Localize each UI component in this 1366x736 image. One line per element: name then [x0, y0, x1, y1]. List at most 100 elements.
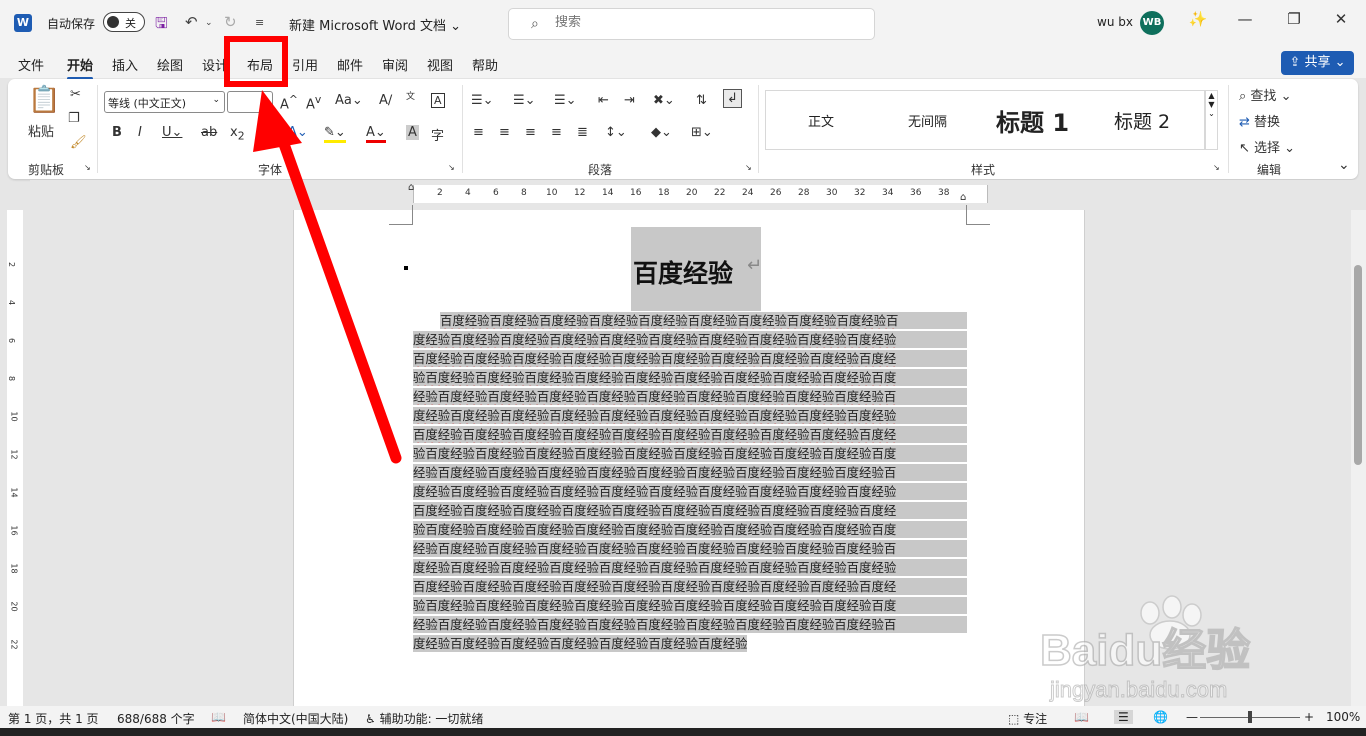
maximize-icon[interactable]: ❐ — [1279, 10, 1309, 28]
shrink-font-icon[interactable]: Av — [306, 93, 321, 112]
styles-launcher-icon[interactable]: ↘ — [1213, 163, 1220, 172]
zoom-in-icon[interactable]: + — [1304, 710, 1314, 724]
body-text-line[interactable]: 验百度经验百度经验百度经验百度经验百度经验百度经验百度经验百度经验百度经验百度 — [413, 445, 967, 462]
align-left-icon[interactable]: ≡ — [473, 125, 484, 140]
paste-label[interactable]: 粘贴 — [28, 121, 54, 140]
tab-home[interactable]: 开始 — [67, 55, 94, 80]
body-text-line[interactable]: 度经验百度经验百度经验百度经验百度经验百度经验百度经验百度经验百度经验百度经验 — [413, 483, 967, 500]
char-shading-icon[interactable]: A — [406, 125, 419, 140]
document-heading[interactable]: 百度经验 — [631, 227, 761, 311]
paste-icon[interactable]: 📋 — [28, 85, 60, 115]
accessibility-status[interactable]: ♿ 辅助功能: 一切就绪 — [365, 710, 483, 727]
body-text-line[interactable]: 百度经验百度经验百度经验百度经验百度经验百度经验百度经验百度经验百度经验百 — [440, 312, 967, 329]
body-text-line[interactable]: 百度经验百度经验百度经验百度经验百度经验百度经验百度经验百度经验百度经验百度经 — [413, 578, 967, 595]
phonetic-guide-icon[interactable]: 文 — [406, 89, 415, 102]
select-button[interactable]: ↖ 选择 ⌄ — [1239, 137, 1295, 156]
decrease-indent-icon[interactable]: ⇤ — [598, 93, 609, 108]
enclose-char-icon[interactable]: 字 — [431, 125, 444, 144]
tab-insert[interactable]: 插入 — [112, 55, 138, 74]
minimize-icon[interactable]: — — [1230, 10, 1260, 28]
subscript-icon[interactable]: x2 — [230, 125, 245, 143]
tab-file[interactable]: 文件 — [18, 55, 44, 74]
strikethrough-icon[interactable]: ab — [201, 125, 217, 140]
bullets-icon[interactable]: ☰⌄ — [471, 93, 494, 108]
focus-mode[interactable]: ⬚ 专注 — [1008, 710, 1047, 727]
styles-scroll[interactable]: ▲ ▼ ⌄ — [1205, 90, 1218, 150]
text-effects-icon[interactable]: A⌄ — [288, 125, 308, 140]
customize-toolbar-icon[interactable]: ≡ — [255, 16, 264, 29]
autosave-toggle[interactable]: 关 — [103, 12, 145, 32]
shading-icon[interactable]: ◆⌄ — [651, 125, 672, 140]
scrollbar-thumb[interactable] — [1354, 265, 1362, 465]
user-name[interactable]: wu bx — [1097, 15, 1133, 29]
zoom-out-icon[interactable]: — — [1186, 710, 1198, 724]
vertical-ruler[interactable]: 2 4 6 8 10 12 14 16 18 20 22 — [0, 210, 30, 706]
body-text-line[interactable]: 百度经验百度经验百度经验百度经验百度经验百度经验百度经验百度经验百度经验百度经 — [413, 350, 967, 367]
tab-mailings[interactable]: 邮件 — [337, 55, 363, 74]
justify-icon[interactable]: ≡ — [551, 125, 562, 140]
format-painter-icon[interactable]: 🖌 — [70, 135, 87, 150]
designer-icon[interactable]: ✨ — [1183, 10, 1213, 28]
vertical-scrollbar[interactable] — [1351, 210, 1366, 706]
align-center-icon[interactable]: ≡ — [499, 125, 510, 140]
change-case-icon[interactable]: Aa⌄ — [335, 93, 363, 108]
chinese-layout-icon[interactable]: ✖⌄ — [653, 93, 675, 108]
superscript-icon[interactable]: x2 — [256, 125, 271, 144]
font-name-select[interactable]: 等线 (中文正文) ⌄ — [104, 91, 225, 113]
grow-font-icon[interactable]: A^ — [280, 93, 298, 112]
word-count[interactable]: 688/688 个字 — [117, 710, 195, 727]
paragraph-launcher-icon[interactable]: ↘ — [745, 163, 752, 172]
undo-icon[interactable]: ↶ — [185, 13, 198, 31]
body-text-line[interactable]: 经验百度经验百度经验百度经验百度经验百度经验百度经验百度经验百度经验百度经验百 — [413, 388, 967, 405]
avatar[interactable]: WB — [1140, 11, 1164, 35]
style-normal[interactable]: 正文 — [808, 111, 834, 130]
body-text-line[interactable]: 验百度经验百度经验百度经验百度经验百度经验百度经验百度经验百度经验百度经验百度 — [413, 369, 967, 386]
tab-view[interactable]: 视图 — [427, 55, 453, 74]
web-layout-icon[interactable]: 🌐 — [1153, 710, 1168, 724]
multilevel-list-icon[interactable]: ☰⌄ — [554, 93, 577, 108]
body-text-line[interactable]: 度经验百度经验百度经验百度经验百度经验百度经验百度经验百度经验百度经验百度经验 — [413, 407, 967, 424]
read-mode-icon[interactable]: 📖 — [1074, 710, 1089, 724]
numbering-icon[interactable]: ☰⌄ — [513, 93, 536, 108]
indent-marker-icon[interactable]: ⌂ — [408, 182, 414, 193]
body-text-line[interactable]: 百度经验百度经验百度经验百度经验百度经验百度经验百度经验百度经验百度经验百度经 — [413, 426, 967, 443]
redo-icon[interactable]: ↻ — [224, 13, 237, 31]
print-layout-icon[interactable]: ☰ — [1114, 710, 1133, 724]
bold-icon[interactable]: B — [112, 125, 122, 140]
body-text-line[interactable]: 经验百度经验百度经验百度经验百度经验百度经验百度经验百度经验百度经验百度经验百 — [413, 616, 967, 633]
line-spacing-icon[interactable]: ↕⌄ — [605, 125, 627, 140]
language-status[interactable]: 简体中文(中国大陆) — [243, 710, 348, 727]
tab-help[interactable]: 帮助 — [472, 55, 498, 74]
borders-icon[interactable]: ⊞⌄ — [691, 125, 713, 140]
increase-indent-icon[interactable]: ⇥ — [624, 93, 635, 108]
search-box[interactable]: ⌕ — [508, 8, 875, 40]
show-marks-icon[interactable]: ↲ — [723, 89, 742, 108]
style-no-spacing[interactable]: 无间隔 — [908, 111, 947, 130]
body-text-line[interactable]: 验百度经验百度经验百度经验百度经验百度经验百度经验百度经验百度经验百度经验百度 — [413, 521, 967, 538]
font-color-icon[interactable]: A⌄ — [366, 125, 386, 143]
font-launcher-icon[interactable]: ↘ — [448, 163, 455, 172]
underline-icon[interactable]: U⌄ — [162, 125, 182, 140]
body-text-line[interactable]: 度经验百度经验百度经验百度经验百度经验百度经验百度经验百度经验百度经验百度经验 — [413, 331, 967, 348]
font-size-select[interactable]: ⌄ — [227, 91, 273, 113]
distributed-icon[interactable]: ≣ — [577, 125, 588, 140]
horizontal-ruler[interactable]: 2 4 6 8 10 12 14 16 18 20 22 24 26 28 30… — [30, 180, 1366, 210]
body-text-line[interactable]: 度经验百度经验百度经验百度经验百度经验百度经验百度经验百度经验百度经验百度经验 — [413, 559, 967, 576]
tab-draw[interactable]: 绘图 — [157, 55, 183, 74]
body-text-line[interactable]: 经验百度经验百度经验百度经验百度经验百度经验百度经验百度经验百度经验百度经验百 — [413, 464, 967, 481]
body-text-line[interactable]: 百度经验百度经验百度经验百度经验百度经验百度经验百度经验百度经验百度经验百度经 — [413, 502, 967, 519]
highlight-color-icon[interactable]: ✎⌄ — [324, 125, 346, 143]
find-button[interactable]: ⌕ 查找 ⌄ — [1239, 85, 1291, 104]
right-indent-marker-icon[interactable]: ⌂ — [960, 192, 966, 203]
body-text-line[interactable]: 度经验百度经验百度经验百度经验百度经验百度经验百度经验百度经验↵ — [413, 635, 747, 652]
document-title[interactable]: 新建 Microsoft Word 文档 ⌄ — [289, 15, 461, 34]
sort-icon[interactable]: ⇅ — [696, 93, 707, 108]
body-text-line[interactable]: 经验百度经验百度经验百度经验百度经验百度经验百度经验百度经验百度经验百度经验百 — [413, 540, 967, 557]
body-text-line[interactable]: 验百度经验百度经验百度经验百度经验百度经验百度经验百度经验百度经验百度经验百度 — [413, 597, 967, 614]
undo-dropdown-icon[interactable]: ⌄ — [205, 18, 213, 28]
italic-icon[interactable]: I — [138, 125, 142, 140]
zoom-level[interactable]: 100% — [1326, 710, 1360, 724]
clear-formatting-icon[interactable]: A∕ — [379, 93, 392, 108]
align-right-icon[interactable]: ≡ — [525, 125, 536, 140]
clipboard-launcher-icon[interactable]: ↘ — [84, 163, 91, 172]
